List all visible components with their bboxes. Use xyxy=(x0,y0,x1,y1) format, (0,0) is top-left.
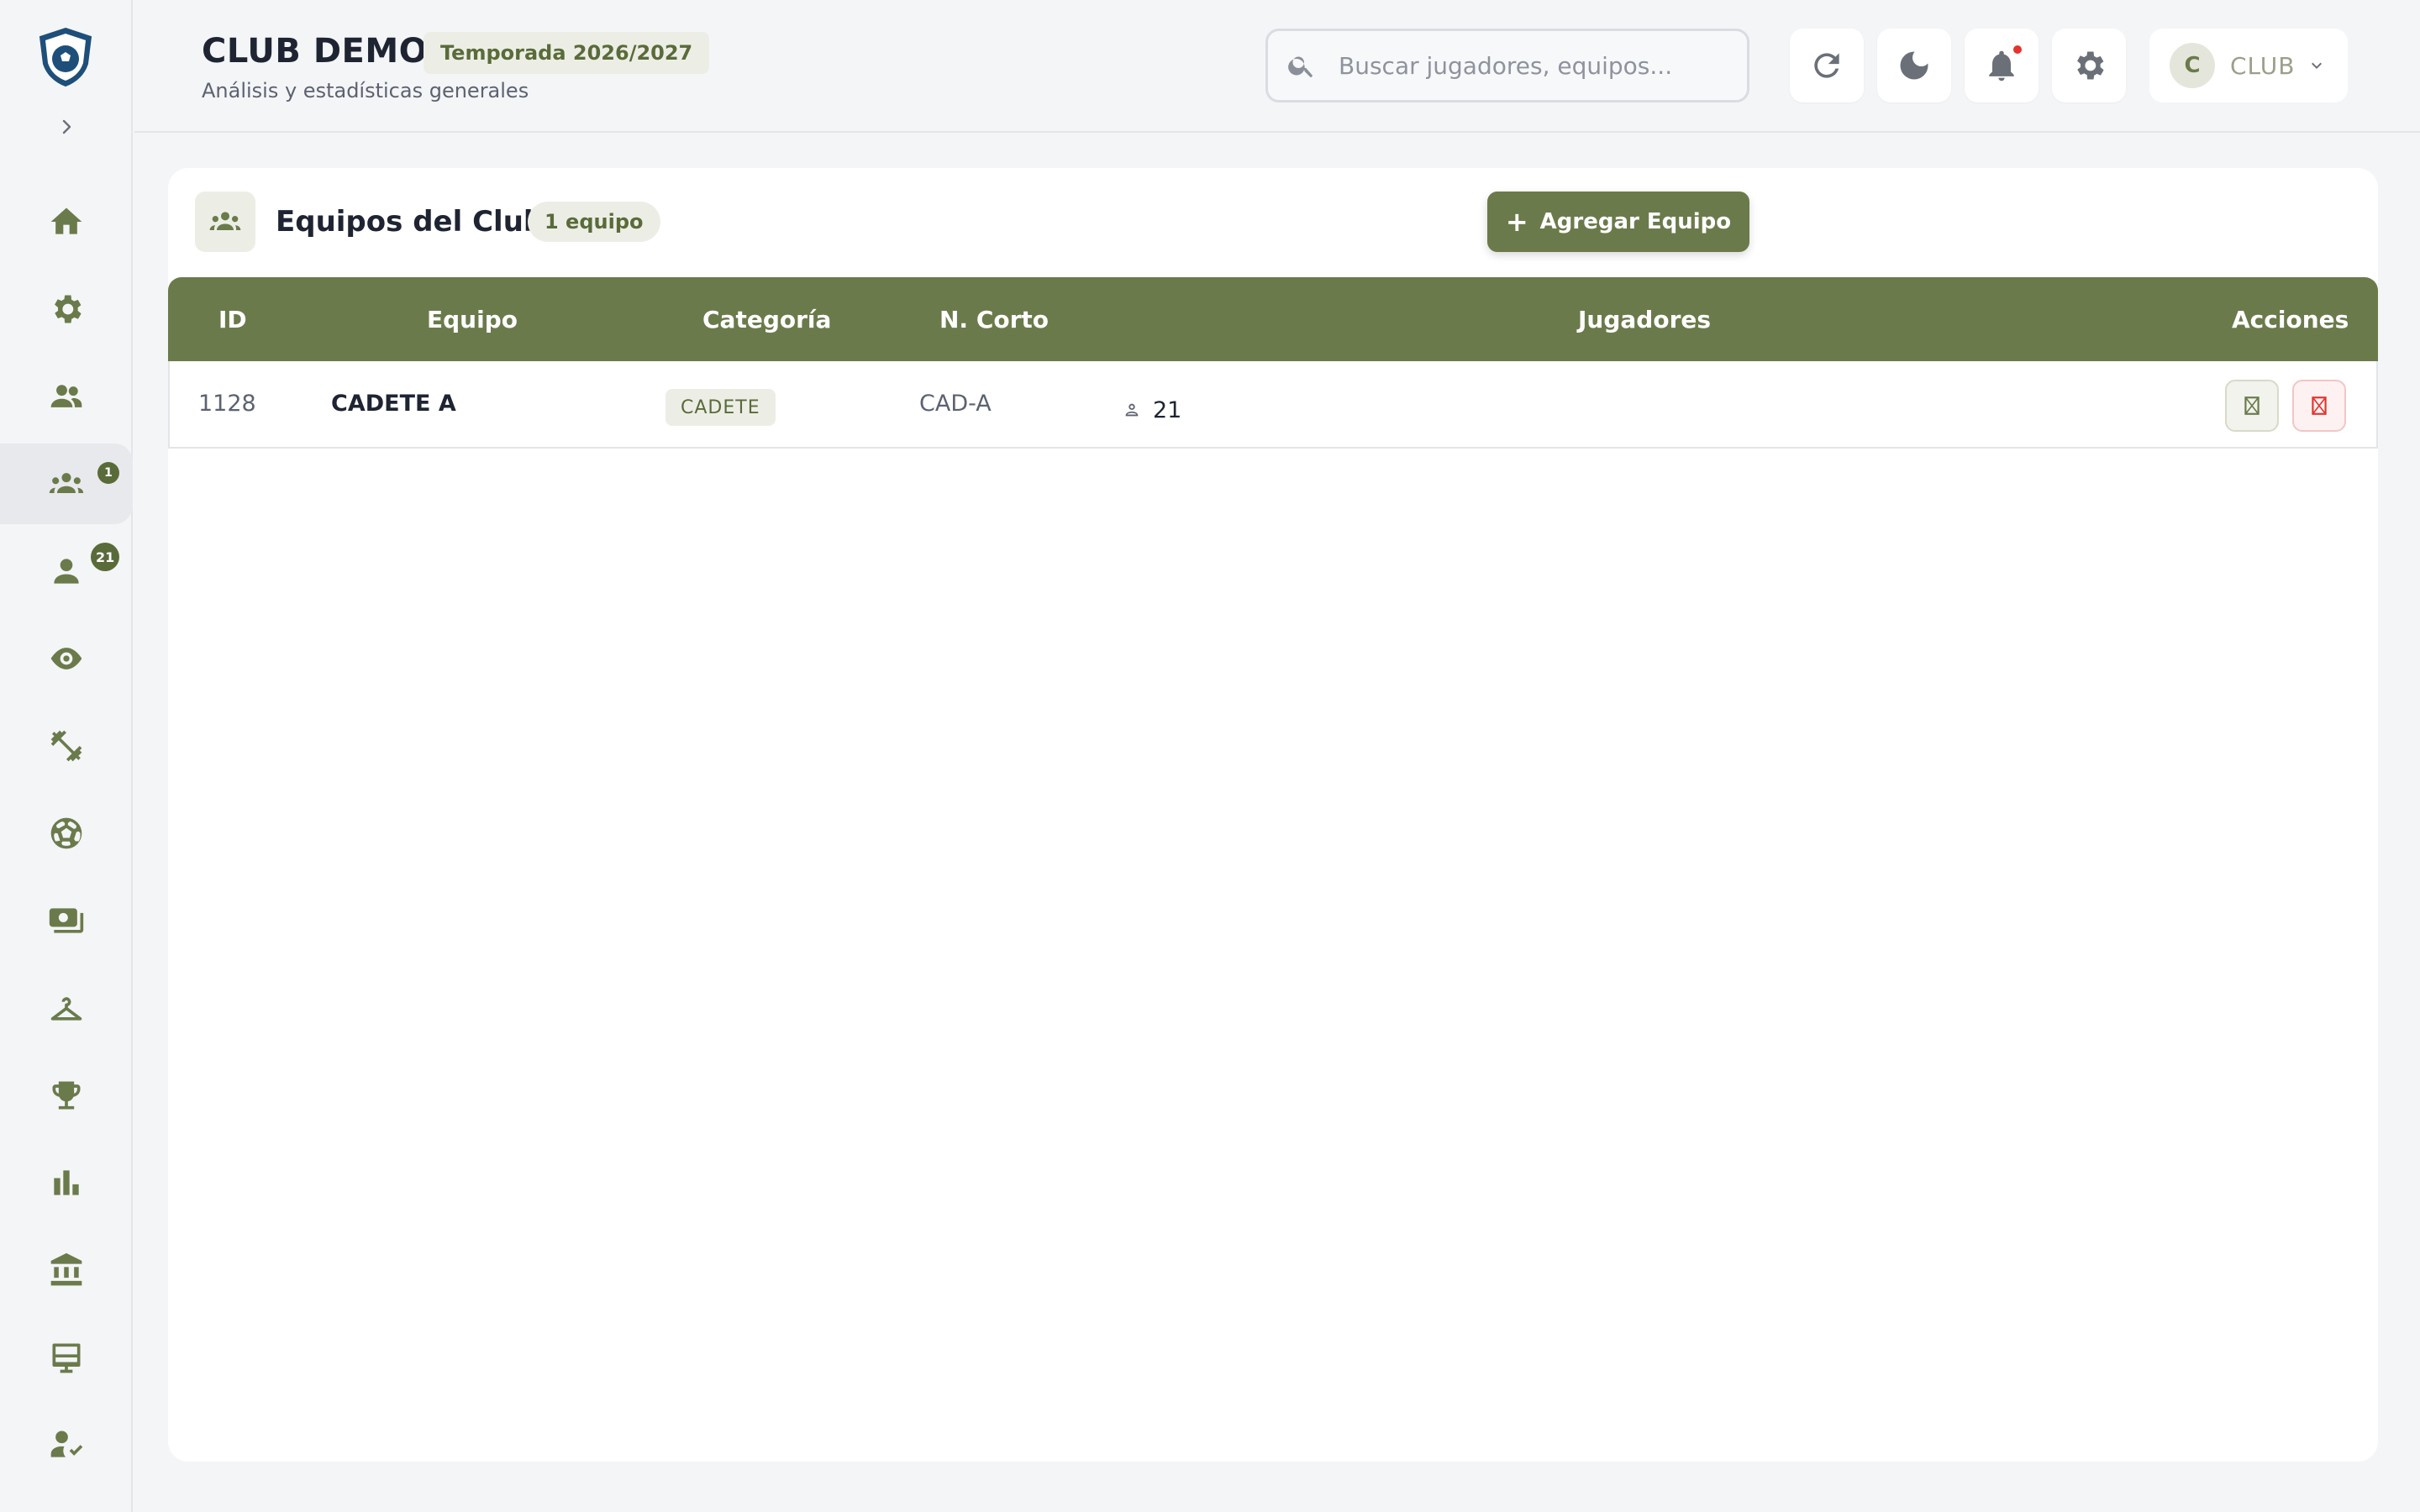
hanger-icon xyxy=(50,997,82,1021)
team-id: 1128 xyxy=(198,390,256,417)
chevron-down-icon xyxy=(2312,62,2323,69)
table-header: ID Equipo Categoría N. Corto Jugadores A… xyxy=(168,277,2378,361)
user-menu-button[interactable]: C CLUB xyxy=(2149,29,2348,102)
add-team-button[interactable]: + Agregar Equipo xyxy=(1487,192,1749,252)
teams-card-icon xyxy=(195,192,255,252)
user-name: CLUB xyxy=(2230,51,2296,80)
soccer-ball-icon xyxy=(50,817,82,849)
players-count-badge: 21 xyxy=(91,543,120,571)
club-logo-icon[interactable] xyxy=(37,27,94,87)
bank-icon xyxy=(50,1252,82,1286)
delete-icon xyxy=(2312,396,2327,415)
people-icon xyxy=(50,385,82,407)
add-team-label: Agregar Equipo xyxy=(1539,209,1732,234)
delete-team-button[interactable] xyxy=(2292,380,2346,432)
search-box[interactable] xyxy=(1265,29,1749,102)
search-input[interactable] xyxy=(1339,51,1708,80)
sidebar-item-institution[interactable] xyxy=(0,1230,133,1310)
team-short-name: CAD-A xyxy=(919,390,992,417)
notifications-button[interactable] xyxy=(1965,29,2039,102)
avatar: C xyxy=(2170,43,2215,88)
sidebar-item-payments[interactable] xyxy=(0,880,133,961)
dark-mode-button[interactable] xyxy=(1877,29,1951,102)
plus-icon: + xyxy=(1505,206,1528,238)
team-category-cell: CADETE xyxy=(666,361,776,445)
person-check-icon xyxy=(50,1431,83,1457)
sidebar-item-players[interactable]: 21 xyxy=(0,531,133,612)
refresh-button[interactable] xyxy=(1790,29,1864,102)
sidebar-item-statistics[interactable] xyxy=(0,1142,133,1223)
search-icon xyxy=(1288,56,1313,78)
sidebar-item-attendance[interactable] xyxy=(0,1404,133,1485)
teams-icon xyxy=(209,212,241,230)
team-name: CADETE A xyxy=(331,390,456,417)
column-header-actions: Acciones xyxy=(2232,305,2349,333)
table-row[interactable]: 1128 CADETE A CADETE CAD-A 21 xyxy=(168,361,2378,449)
refresh-icon xyxy=(1814,53,1839,78)
moon-icon xyxy=(1900,51,1928,80)
team-players-cell: 21 xyxy=(1123,368,1181,452)
sidebar-item-home[interactable] xyxy=(0,181,133,262)
sidebar-item-display[interactable] xyxy=(0,1317,133,1398)
trophy-icon xyxy=(52,1081,81,1110)
column-header-id[interactable]: ID xyxy=(218,277,247,361)
person-outline-icon xyxy=(1125,403,1139,417)
eye-icon xyxy=(50,648,82,669)
season-badge: Temporada 2026/2027 xyxy=(424,32,710,74)
column-header-category[interactable]: Categoría xyxy=(702,277,831,361)
settings-button[interactable] xyxy=(2052,29,2126,102)
sidebar-item-matches[interactable] xyxy=(0,793,133,874)
gear-icon xyxy=(2077,51,2104,80)
kiosk-icon xyxy=(52,1343,81,1373)
expand-sidebar-icon[interactable] xyxy=(54,114,79,139)
category-tag: CADETE xyxy=(666,389,776,426)
page-title: CLUB DEMO xyxy=(202,32,429,71)
notification-dot xyxy=(2013,45,2022,54)
sidebar-item-people[interactable] xyxy=(0,356,133,437)
sidebar-item-settings[interactable] xyxy=(0,269,133,349)
fitness-icon xyxy=(50,730,82,762)
cash-icon xyxy=(49,908,84,933)
column-header-players[interactable]: Jugadores xyxy=(1578,277,1711,361)
sidebar-item-training[interactable] xyxy=(0,706,133,786)
person-icon xyxy=(54,559,79,584)
teams-icon xyxy=(49,473,84,493)
edit-icon xyxy=(2244,396,2260,415)
sidebar: 1 21 xyxy=(0,0,133,1512)
section-title: Equipos del Club xyxy=(276,205,544,239)
sidebar-item-equipment[interactable] xyxy=(0,968,133,1048)
teams-count-badge: 1 xyxy=(97,462,119,484)
column-header-team[interactable]: Equipo xyxy=(427,277,518,361)
top-header: CLUB DEMO Temporada 2026/2027 Análisis y… xyxy=(134,0,2420,133)
team-player-count: 21 xyxy=(1153,396,1182,423)
bar-chart-icon xyxy=(54,1170,79,1195)
sidebar-item-competitions[interactable] xyxy=(0,1055,133,1136)
column-header-short-name[interactable]: N. Corto xyxy=(939,277,1049,361)
sidebar-item-observation[interactable] xyxy=(0,618,133,699)
page-subtitle: Análisis y estadísticas generales xyxy=(202,79,529,102)
teams-card: Equipos del Club 1 equipo + Agregar Equi… xyxy=(168,168,2378,1462)
team-count-badge: 1 equipo xyxy=(528,202,660,242)
home-icon xyxy=(50,207,82,234)
sidebar-item-teams[interactable]: 1 xyxy=(0,444,133,524)
gear-icon xyxy=(55,295,82,323)
edit-team-button[interactable] xyxy=(2225,380,2279,432)
